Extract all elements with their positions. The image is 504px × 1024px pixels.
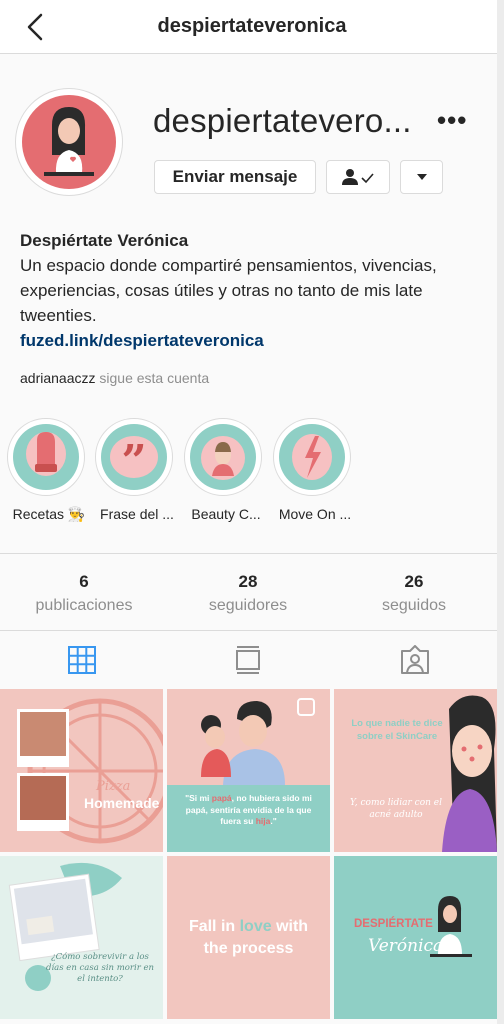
highlight-label: Frase del ...	[100, 506, 174, 522]
post-title: Lo que nadie te dice sobre el SkinCare	[351, 718, 443, 742]
quote-accent: hija	[255, 816, 271, 826]
stat-label: publicaciones	[35, 597, 133, 614]
tab-igtv[interactable]	[228, 640, 268, 680]
highlight-moveon[interactable]: Move On ...	[273, 418, 353, 522]
send-message-button[interactable]: Enviar mensaje	[154, 160, 316, 194]
quote-accent: papá	[211, 793, 232, 803]
stat-followers[interactable]: 28 seguidores	[164, 570, 332, 618]
post-quote: "Si mi papá, no hubiera sido mi papá, se…	[177, 793, 320, 828]
post-fall-in-love[interactable]: Fall in love with the process	[167, 856, 330, 1019]
followed-by-text: sigue esta cuenta	[99, 370, 210, 386]
avatar[interactable]	[15, 88, 123, 196]
post-brand[interactable]: DESPIÉRTATE Verónica	[334, 856, 497, 1019]
post-skincare[interactable]: Lo que nadie te dice sobre el SkinCare Y…	[334, 689, 497, 852]
post-script: ¿Cómo sobrevivir a los días en casa sin …	[46, 952, 154, 984]
broken-heart-icon	[292, 434, 332, 480]
post-papa-quote[interactable]: "Si mi papá, no hubiera sido mi papá, se…	[167, 689, 330, 852]
stat-following[interactable]: 26 seguidos	[330, 570, 498, 618]
highlight-beauty[interactable]: Beauty C...	[184, 418, 264, 522]
more-icon[interactable]: •••	[437, 105, 467, 136]
stat-value: 26	[404, 572, 424, 591]
tagged-icon	[401, 645, 429, 674]
quote-part: ."	[270, 816, 277, 826]
quote-icon: ”	[110, 436, 158, 487]
person-check-icon	[342, 169, 374, 185]
skincare-illustration	[442, 695, 497, 852]
post-home[interactable]: ¿Cómo sobrevivir a los días en casa sin …	[0, 856, 163, 1019]
divider	[0, 553, 497, 554]
page-title: despiertateveronica	[157, 15, 347, 37]
stat-value: 6	[79, 572, 89, 591]
caret-down-icon	[416, 174, 427, 180]
profile-username: despiertatevero...	[153, 102, 412, 139]
bio-link[interactable]: fuzed.link/despiertateveronica	[20, 331, 264, 350]
tab-posts-grid[interactable]	[62, 640, 102, 680]
followed-by-user[interactable]: adrianaaczz	[20, 370, 96, 386]
polaroid-illustration	[8, 862, 122, 991]
father-daughter-illustration	[167, 689, 330, 785]
oven-mitt-icon	[26, 432, 66, 476]
top-bar: despiertateveronica	[0, 0, 504, 54]
following-button[interactable]	[326, 160, 390, 194]
stat-label: seguidores	[208, 597, 288, 614]
post-title: DESPIÉRTATE	[354, 918, 433, 930]
divider	[0, 630, 497, 631]
bio: Despiértate Verónica Un espacio donde co…	[20, 228, 484, 353]
highlight-label: Move On ...	[278, 506, 352, 522]
highlight-label: Recetas 👨‍🍳	[12, 506, 86, 522]
post-script: Verónica	[368, 936, 444, 956]
stat-value: 28	[238, 572, 258, 591]
post-script: Y, como lidiar con el acné adulto	[349, 798, 443, 820]
grid-icon	[68, 646, 96, 674]
bio-text: Un espacio donde compartiré pensamientos…	[20, 256, 437, 325]
pizza-illustration	[17, 698, 163, 844]
post-pizza[interactable]: Pizza Homemade	[0, 689, 163, 852]
post-title: Fall in love with the process	[181, 916, 316, 960]
bio-name: Despiértate Verónica	[20, 231, 189, 250]
title-accent: love	[239, 918, 272, 935]
avatar-image	[22, 95, 116, 189]
post-text-script: Pizza	[96, 779, 131, 794]
scrollbar-track[interactable]	[497, 0, 504, 1024]
igtv-icon	[236, 646, 260, 674]
post-text-title: Homemade	[84, 795, 160, 811]
suggestions-dropdown-button[interactable]	[400, 160, 443, 194]
stat-label: seguidos	[381, 597, 447, 614]
face-icon	[201, 436, 245, 480]
tab-tagged[interactable]	[395, 640, 435, 680]
followed-by[interactable]: adrianaaczz sigue esta cuenta	[20, 370, 209, 386]
highlight-label: Beauty C...	[191, 506, 261, 522]
quote-part: "Si mi	[185, 793, 212, 803]
highlight-frase[interactable]: ” Frase del ...	[95, 418, 175, 522]
title-part: Fall in	[188, 918, 240, 935]
svg-text:”: ”	[121, 436, 146, 487]
highlight-recetas[interactable]: Recetas 👨‍🍳	[7, 418, 87, 522]
stat-posts: 6 publicaciones	[0, 570, 168, 618]
